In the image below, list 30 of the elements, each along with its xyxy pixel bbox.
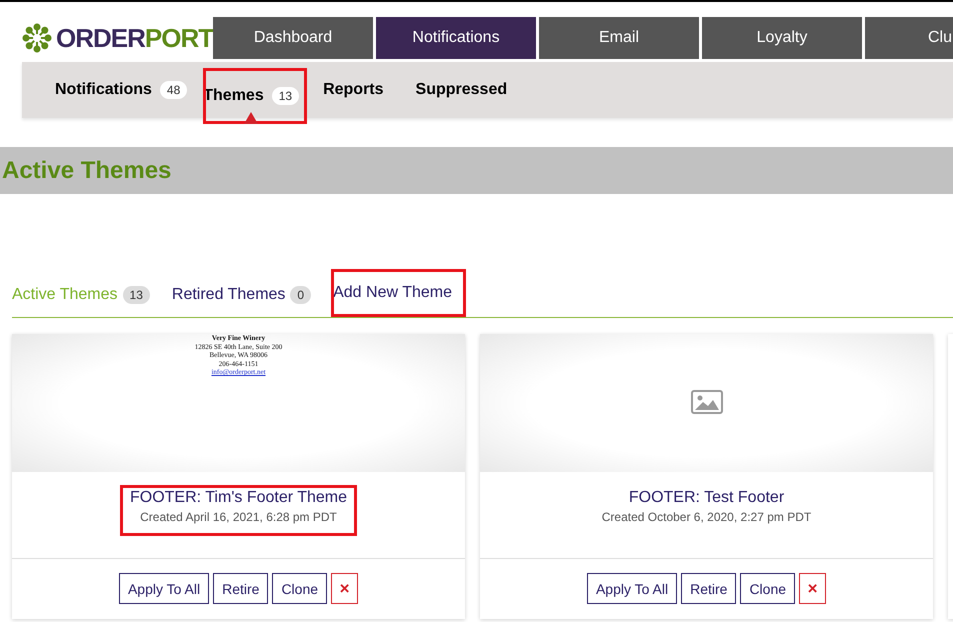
subnav-tab[interactable]: Reports — [323, 81, 384, 99]
nav-tab[interactable]: Clu — [865, 17, 953, 59]
count-badge: 13 — [122, 286, 150, 304]
count-badge: 0 — [290, 286, 312, 304]
delete-button[interactable]: × — [331, 573, 358, 604]
delete-button[interactable]: × — [799, 573, 826, 604]
created-date: Created October 6, 2020, 2:27 pm PDT — [602, 510, 812, 524]
created-date: Created April 16, 2021, 6:28 pm PDT — [140, 510, 337, 524]
theme-title[interactable]: FOOTER: Tim's Footer Theme — [130, 489, 348, 507]
action-button[interactable]: Retire — [681, 573, 736, 604]
action-button[interactable]: Clone — [740, 573, 796, 604]
logo-wordmark: ORDERPORT — [56, 23, 214, 53]
subnav-tab[interactable]: Themes — [203, 87, 264, 105]
theme-title[interactable]: FOOTER: Test Footer — [628, 489, 784, 507]
subnav-tab[interactable]: Notifications — [55, 81, 152, 99]
count-badge: 13 — [272, 87, 300, 105]
action-button[interactable]: Retire — [213, 573, 268, 604]
nav-tab[interactable]: Email — [539, 17, 699, 59]
nav-tab[interactable]: Dashboard — [213, 17, 373, 59]
subnav-tab[interactable]: Suppressed — [416, 81, 508, 99]
action-button[interactable]: Apply To All — [118, 573, 210, 604]
action-button[interactable]: Apply To All — [586, 573, 678, 604]
page-title: Active Themes — [2, 156, 172, 184]
nav-tab[interactable]: Loyalty — [702, 17, 862, 59]
nav-tab[interactable]: Notifications — [376, 17, 536, 59]
tab[interactable]: Retired Themes 0 — [172, 272, 334, 316]
count-badge: 48 — [160, 81, 188, 99]
action-button[interactable]: Clone — [272, 573, 328, 604]
tab[interactable]: Add New Theme — [331, 268, 466, 316]
tab[interactable]: Active Themes 13 — [12, 272, 172, 316]
